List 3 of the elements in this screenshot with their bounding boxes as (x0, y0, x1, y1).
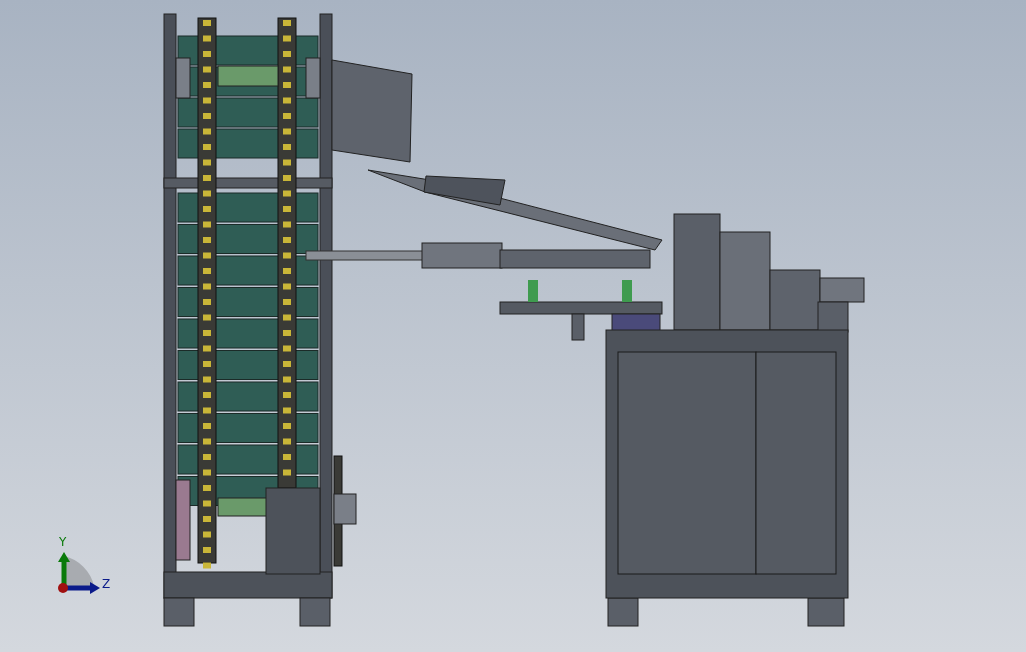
y-axis-label: Y (59, 535, 67, 549)
z-axis-label: Z (102, 577, 111, 591)
axis-triad-drawing (58, 552, 100, 594)
